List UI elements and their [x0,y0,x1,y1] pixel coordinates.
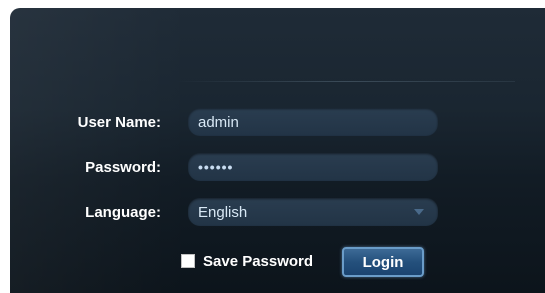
language-select[interactable]: English [188,198,438,226]
save-password-label: Save Password [203,252,314,270]
header-divider [175,81,515,82]
password-field[interactable]: •••••• [188,153,438,181]
password-label: Password: [85,159,161,176]
username-value: admin [198,113,239,131]
language-row: Language: English [10,198,545,228]
language-value: English [198,203,248,221]
username-label: User Name: [77,114,161,131]
save-password-option[interactable]: Save Password [181,250,313,272]
save-password-checkbox[interactable] [181,254,195,268]
password-row: Password: •••••• [10,153,545,183]
username-row: User Name: admin [10,108,545,138]
login-button[interactable]: Login [342,247,424,277]
language-label: Language: [85,204,161,221]
password-value: •••••• [198,159,234,175]
username-field[interactable]: admin [188,108,438,136]
chevron-down-icon[interactable] [414,209,424,215]
header-area [10,8,545,83]
